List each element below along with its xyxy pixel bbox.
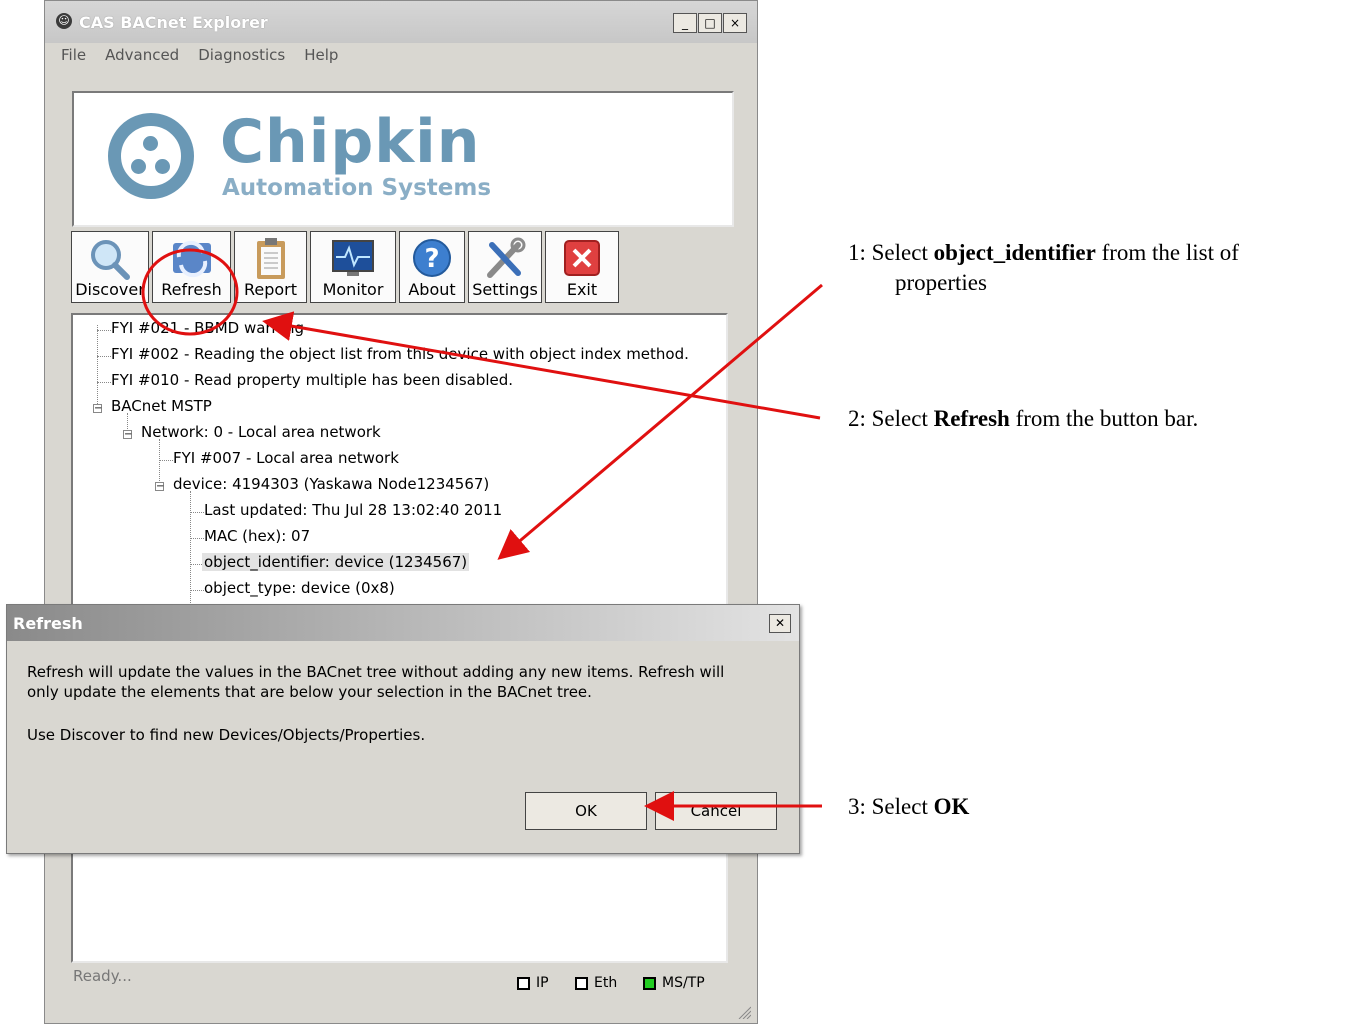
- magnifier-icon: [91, 240, 130, 280]
- close-button[interactable]: ×: [723, 13, 747, 33]
- status-box-icon: [643, 976, 656, 990]
- logo-panel: Chipkin Automation Systems: [72, 91, 734, 227]
- dialog-message-line1: Refresh will update the values in the BA…: [27, 663, 725, 681]
- status-text: Ready...: [73, 967, 132, 985]
- tree-item[interactable]: FYI #010 - Read property multiple has be…: [111, 371, 513, 389]
- monitor-button[interactable]: Monitor: [310, 231, 396, 303]
- exit-label: Exit: [566, 280, 598, 299]
- report-label: Report: [243, 280, 298, 299]
- app-icon: ☺: [56, 13, 72, 29]
- status-box-icon: [517, 976, 530, 990]
- maximize-button[interactable]: □: [698, 13, 722, 33]
- tree-item-device[interactable]: device: 4194303 (Yaskawa Node1234567): [173, 475, 489, 493]
- collapse-icon[interactable]: −: [93, 404, 102, 414]
- dialog-message-line3: Use Discover to find new Devices/Objects…: [27, 726, 426, 744]
- settings-button[interactable]: Settings: [468, 231, 542, 303]
- tree-item-network[interactable]: Network: 0 - Local area network: [141, 423, 381, 441]
- annotation-step2: 2: Select Refresh from the button bar.: [848, 406, 1199, 431]
- settings-label: Settings: [472, 280, 538, 299]
- cancel-button[interactable]: Cancel: [655, 792, 777, 830]
- logo-mark: [108, 113, 194, 199]
- menu-file[interactable]: File: [61, 46, 86, 64]
- toolbar: Discover Refresh Report Monitor ? About …: [71, 231, 619, 305]
- question-icon: ?: [413, 239, 451, 277]
- tree-item[interactable]: object_type: device (0x8): [204, 579, 395, 597]
- status-box-icon: [575, 976, 588, 990]
- minimize-button[interactable]: _: [673, 13, 697, 33]
- monitor-label: Monitor: [322, 280, 384, 299]
- ok-button[interactable]: OK: [525, 792, 647, 830]
- refresh-button[interactable]: Refresh: [152, 231, 231, 303]
- main-window: ☺ CAS BACnet Explorer _ □ × File Advance…: [44, 0, 758, 1024]
- ip-indicator: IP: [517, 975, 549, 991]
- exit-icon: [564, 240, 600, 276]
- menu-bar: File Advanced Diagnostics Help: [61, 46, 338, 64]
- refresh-icon: [172, 240, 211, 278]
- collapse-icon[interactable]: −: [155, 482, 164, 492]
- dialog-close-button[interactable]: ✕: [769, 614, 791, 633]
- resize-grip-icon[interactable]: [735, 1003, 751, 1019]
- window-title: CAS BACnet Explorer: [79, 13, 268, 32]
- menu-diagnostics[interactable]: Diagnostics: [198, 46, 285, 64]
- tools-icon: [487, 237, 526, 278]
- tree-item[interactable]: FYI #021 - BBMD warning: [111, 319, 304, 337]
- menu-advanced[interactable]: Advanced: [105, 46, 179, 64]
- title-bar[interactable]: ☺ CAS BACnet Explorer _ □ ×: [45, 1, 757, 43]
- tree-item-object-identifier[interactable]: object_identifier: device (1234567): [202, 553, 470, 571]
- report-button[interactable]: Report: [234, 231, 307, 303]
- collapse-icon[interactable]: −: [123, 430, 132, 440]
- dialog-title: Refresh: [13, 614, 83, 633]
- annotation-step3: 3: Select OK: [848, 794, 970, 819]
- discover-button[interactable]: Discover: [71, 231, 149, 303]
- tree-item[interactable]: Last updated: Thu Jul 28 13:02:40 2011: [204, 501, 502, 519]
- logo-name: Chipkin: [220, 107, 481, 177]
- menu-help[interactable]: Help: [304, 46, 338, 64]
- dialog-message-line2: only update the elements that are below …: [27, 683, 592, 701]
- logo-subtitle: Automation Systems: [222, 175, 492, 201]
- eth-indicator: Eth: [575, 975, 617, 991]
- svg-text:?: ?: [424, 244, 439, 274]
- refresh-label: Refresh: [161, 280, 222, 299]
- about-label: About: [408, 280, 456, 299]
- refresh-dialog: Refresh ✕ Refresh will update the values…: [6, 604, 800, 854]
- tree-item[interactable]: MAC (hex): 07: [204, 527, 310, 545]
- annotation-step1: 1: Select object_identifier from the lis…: [848, 240, 1239, 265]
- annotation-step1-line2: properties: [895, 270, 987, 295]
- tree-item[interactable]: FYI #007 - Local area network: [173, 449, 399, 467]
- discover-label: Discover: [75, 280, 145, 299]
- monitor-icon: [332, 240, 374, 276]
- mstp-indicator: MS/TP: [643, 975, 705, 991]
- clipboard-icon: [256, 238, 285, 279]
- about-button[interactable]: ? About: [399, 231, 465, 303]
- tree-item[interactable]: FYI #002 - Reading the object list from …: [111, 345, 689, 363]
- dialog-title-bar[interactable]: Refresh ✕: [7, 605, 799, 641]
- exit-button[interactable]: Exit: [545, 231, 619, 303]
